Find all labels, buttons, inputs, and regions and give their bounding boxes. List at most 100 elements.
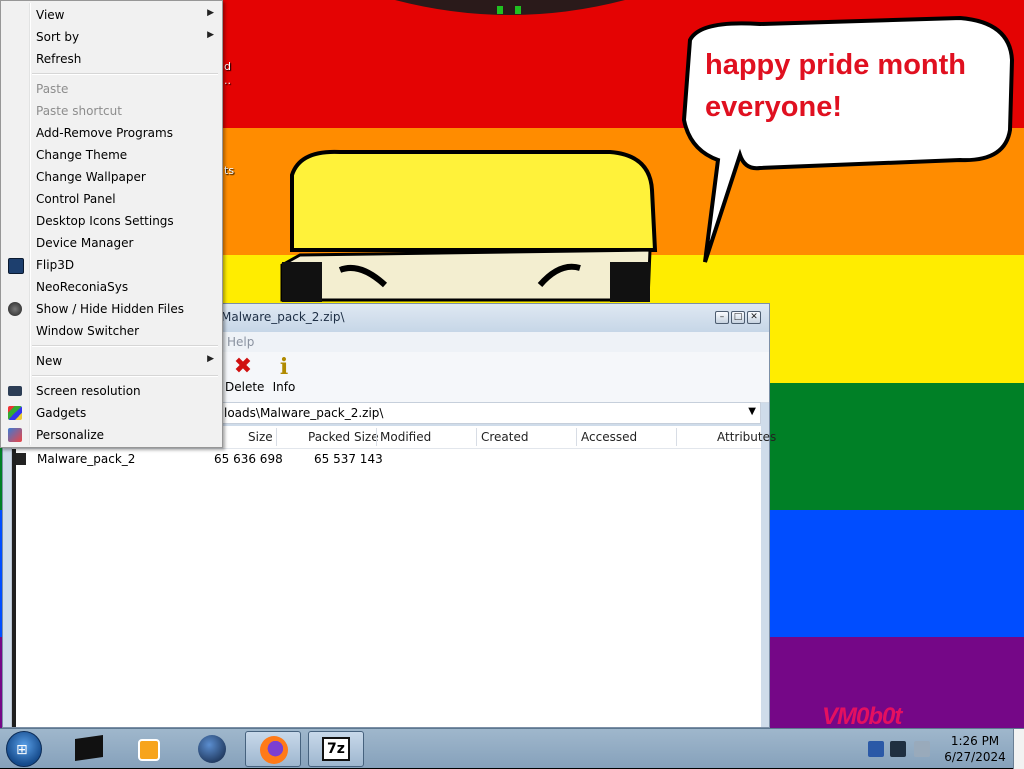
menu-item-label: Paste <box>36 82 69 96</box>
personalize-icon <box>8 428 22 442</box>
green-dot-2 <box>515 6 521 14</box>
tray-app-icon[interactable] <box>868 741 884 757</box>
column-size[interactable]: Size <box>248 430 273 444</box>
menu-item-control-panel[interactable]: Control Panel <box>3 188 220 210</box>
flip3d-icon <box>8 258 24 274</box>
menu-item-personalize[interactable]: Personalize <box>3 424 220 446</box>
table-row[interactable]: Malware_pack_2 65 636 698 65 537 143 <box>12 450 761 468</box>
chevron-right-icon: ▶ <box>207 8 214 18</box>
taskbar-media-player[interactable] <box>122 731 178 767</box>
file-name: Malware_pack_2 <box>37 452 136 466</box>
menu-separator <box>32 73 218 75</box>
chevron-down-icon[interactable]: ▼ <box>748 406 756 417</box>
desktop-icon-label-fragment[interactable]: ts <box>224 164 234 177</box>
menu-help[interactable]: Help <box>227 335 254 349</box>
menu-item-label: Window Switcher <box>36 324 140 338</box>
taskbar-terminal[interactable] <box>62 731 118 767</box>
speech-bubble-text: happy pride month everyone! <box>705 49 966 123</box>
firefox-icon <box>260 736 288 764</box>
delete-icon: ✖ <box>233 354 253 379</box>
minimize-button[interactable]: – <box>715 311 729 324</box>
green-dot <box>497 6 503 14</box>
menu-item-neoreconiasys[interactable]: NeoReconiaSys <box>3 276 220 298</box>
close-button[interactable]: ✕ <box>747 311 761 324</box>
face-shadow-right <box>610 262 650 302</box>
taskbar: ⊞ 7z 1:26 PM 6/27/2024 <box>0 728 1024 769</box>
menu-item-label: Change Theme <box>36 148 128 162</box>
menu-item-change-theme[interactable]: Change Theme <box>3 144 220 166</box>
menu-item-window-switcher[interactable]: Window Switcher <box>3 320 220 342</box>
network-icon[interactable] <box>890 741 906 757</box>
info-icon: i <box>279 354 289 380</box>
taskbar-firefox[interactable] <box>245 731 301 767</box>
desktop-icon-label-fragment[interactable]: .. <box>224 74 231 87</box>
start-button[interactable]: ⊞ <box>6 731 42 767</box>
menu-item-label: Screen resolution <box>36 384 141 398</box>
column-separator[interactable] <box>676 428 677 446</box>
taskbar-network[interactable] <box>184 731 240 767</box>
menu-item-label: Show / Hide Hidden Files <box>36 302 184 316</box>
column-created[interactable]: Created <box>481 430 529 444</box>
menu-item-label: NeoReconiaSys <box>36 280 129 294</box>
delete-button[interactable]: ✖ Delete <box>225 354 265 394</box>
column-modified[interactable]: Modified <box>380 430 431 444</box>
clock[interactable]: 1:26 PM 6/27/2024 <box>940 733 1010 765</box>
volume-icon[interactable] <box>914 741 930 757</box>
info-button[interactable]: i Info <box>271 354 297 394</box>
folder-icon <box>16 453 26 465</box>
menu-item-label: Paste shortcut <box>36 104 122 118</box>
menu-item-device-manager[interactable]: Device Manager <box>3 232 220 254</box>
left-edge-bar <box>12 426 16 727</box>
delete-label: Delete <box>225 380 265 394</box>
menu-separator <box>32 345 218 347</box>
character-head <box>290 149 658 252</box>
column-separator[interactable] <box>376 428 377 446</box>
menu-item-refresh[interactable]: Refresh <box>3 48 220 70</box>
menu-item-new[interactable]: New ▶ <box>3 350 220 372</box>
menu-item-screen-resolution[interactable]: Screen resolution <box>3 380 220 402</box>
taskbar-7zip[interactable]: 7z <box>308 731 364 767</box>
column-accessed[interactable]: Accessed <box>581 430 637 444</box>
menu-item-change-wallpaper[interactable]: Change Wallpaper <box>3 166 220 188</box>
chevron-right-icon: ▶ <box>207 30 214 40</box>
clock-time: 1:26 PM <box>950 734 1000 748</box>
info-label: Info <box>272 380 296 394</box>
column-separator[interactable] <box>276 428 277 446</box>
address-text: loads\Malware_pack_2.zip\ <box>224 406 384 420</box>
menu-item-label: View <box>36 8 65 22</box>
media-player-icon <box>138 739 160 761</box>
menu-item-flip3d[interactable]: Flip3D <box>3 254 220 276</box>
menu-item-paste[interactable]: Paste <box>3 78 220 100</box>
column-separator[interactable] <box>476 428 477 446</box>
desktop-context-menu: View ▶ Sort by ▶ Refresh Paste Paste sho… <box>0 0 223 448</box>
menu-item-paste-shortcut[interactable]: Paste shortcut <box>3 100 220 122</box>
terminal-icon <box>75 735 103 761</box>
face-shadow-left <box>282 262 322 302</box>
window-title: Malware_pack_2.zip\ <box>221 310 345 324</box>
menu-item-label: Device Manager <box>36 236 134 250</box>
menu-item-desktop-icons-settings[interactable]: Desktop Icons Settings <box>3 210 220 232</box>
menu-item-gadgets[interactable]: Gadgets <box>3 402 220 424</box>
menu-item-add-remove-programs[interactable]: Add-Remove Programs <box>3 122 220 144</box>
maximize-button[interactable]: □ <box>731 311 745 324</box>
menu-item-sort-by[interactable]: Sort by ▶ <box>3 26 220 48</box>
menu-item-show-hide-hidden-files[interactable]: Show / Hide Hidden Files <box>3 298 220 320</box>
show-desktop-button[interactable] <box>1013 729 1024 769</box>
desktop-icon-label-fragment[interactable]: d <box>224 60 231 73</box>
windows-logo-icon: ⊞ <box>16 742 28 758</box>
column-attributes[interactable]: Attributes <box>717 430 776 444</box>
menu-item-label: New <box>36 354 63 368</box>
column-packed-size[interactable]: Packed Size <box>308 430 379 444</box>
menu-item-label: Personalize <box>36 428 105 442</box>
menu-item-label: Refresh <box>36 52 82 66</box>
menu-item-label: Control Panel <box>36 192 116 206</box>
column-separator[interactable] <box>576 428 577 446</box>
menu-item-label: Change Wallpaper <box>36 170 146 184</box>
menu-item-view[interactable]: View ▶ <box>3 4 220 26</box>
chevron-right-icon: ▶ <box>207 354 214 364</box>
7zip-icon: 7z <box>322 737 350 761</box>
network-globe-icon <box>198 735 226 763</box>
monitor-icon <box>8 386 22 396</box>
top-dark-shape <box>395 0 625 15</box>
file-size: 65 636 698 <box>214 452 283 466</box>
